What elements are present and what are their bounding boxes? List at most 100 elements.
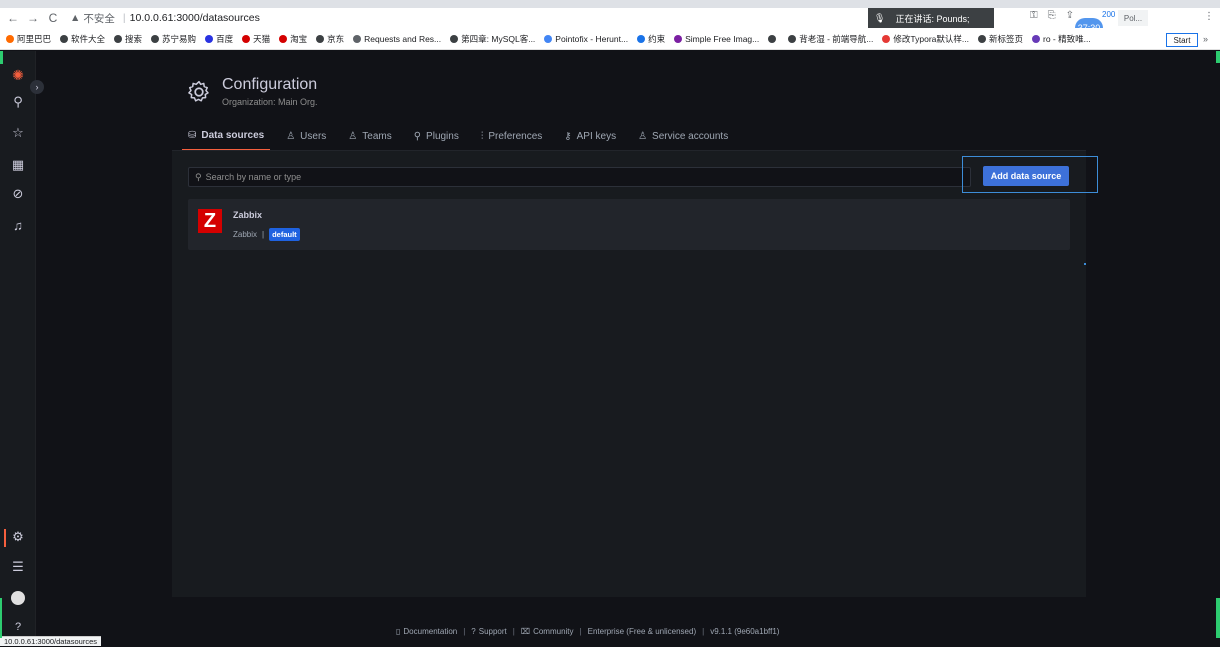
search-icon: ⚲	[195, 171, 202, 182]
bookmark-item[interactable]: 软件大全	[60, 33, 105, 45]
bookmark-favicon-icon	[788, 34, 797, 43]
search-input[interactable]: ⚲ Search by name or type	[188, 167, 971, 187]
server-admin-icon[interactable]: ☰	[10, 559, 26, 575]
bookmark-item[interactable]: Pointofix - Herunt...	[544, 34, 628, 44]
user-cog-icon: ♙	[638, 131, 648, 142]
plug-icon: ⚲	[413, 131, 422, 142]
bookmark-favicon-icon	[977, 34, 986, 43]
bookmark-label: 淘宝	[290, 33, 308, 44]
bookmark-item[interactable]: 淘宝	[279, 33, 307, 45]
bookmark-label: 阿里巴巴	[17, 33, 52, 44]
bookmark-favicon-icon	[205, 34, 214, 43]
bookmark-label: 背老湿 - 前端导航...	[799, 33, 874, 44]
search-placeholder: Search by name or type	[205, 172, 302, 182]
bookmark-item[interactable]	[768, 34, 779, 43]
bookmark-item[interactable]: 苏宁易购	[151, 33, 196, 45]
avatar[interactable]	[11, 591, 25, 605]
bookmark-favicon-icon	[1031, 34, 1040, 43]
user-icon: ♙	[286, 131, 296, 142]
footer-edition-link[interactable]: Enterprise (Free & unlicensed)	[588, 627, 697, 636]
bookmark-item[interactable]: 百度	[205, 33, 233, 45]
footer-support-link[interactable]: Support	[479, 627, 507, 636]
tab-label: API keys	[576, 131, 617, 142]
tab-service-accounts[interactable]: ♙ Service accounts	[632, 130, 734, 151]
tab-teams[interactable]: ♙ Teams	[342, 130, 397, 151]
scroll-marker	[1084, 263, 1086, 265]
bookmark-label: 软件大全	[71, 33, 106, 44]
bookmark-label: 修改Typora默认样...	[893, 33, 969, 44]
tab-data-sources[interactable]: ⛁ Data sources	[182, 130, 271, 151]
bookmark-label: Requests and Res...	[364, 33, 442, 44]
bookmark-item[interactable]: Requests and Res...	[353, 34, 441, 44]
expand-sidebar-button[interactable]: ›	[30, 80, 44, 94]
bookmark-label: 苏宁易购	[162, 33, 197, 44]
bookmark-item[interactable]: 阿里巴巴	[6, 33, 51, 45]
tab-users[interactable]: ♙ Users	[280, 130, 332, 151]
chevron-right-icon[interactable]: »	[1203, 34, 1208, 44]
add-data-source-button[interactable]: Add data source	[983, 166, 1069, 186]
translate-icon[interactable]: ⎘	[1048, 10, 1056, 21]
compass-icon[interactable]: ⊘	[10, 186, 26, 202]
comment-icon: ⌧	[520, 627, 531, 636]
help-icon[interactable]: ?	[10, 619, 26, 635]
back-icon[interactable]: ←	[6, 11, 20, 25]
browser-tab-strip[interactable]	[0, 0, 1220, 8]
status-url: 10.0.0.61:3000/datasources	[0, 636, 101, 646]
tab-api-keys[interactable]: ⚷ API keys	[558, 130, 622, 151]
bookmarks-bar: 阿里巴巴 软件大全 搜索 苏宁易购 百度 天猫 淘宝 京东 Requests and Res..…	[0, 28, 1220, 50]
tab-label: Data sources	[201, 130, 265, 141]
address-bar[interactable]: ▲ 不安全 | 10.0.0.61:3000/datasources	[70, 11, 260, 26]
warning-icon: ▲	[70, 12, 81, 24]
tab-label: Service accounts	[652, 131, 729, 142]
footer-separator: |	[702, 627, 705, 636]
datasource-card[interactable]: Z Zabbix Zabbix | default	[188, 199, 1070, 250]
screen-edge-marker	[1216, 51, 1220, 63]
bookmark-item[interactable]: 天猫	[242, 33, 270, 45]
page-title: Configuration	[222, 76, 318, 93]
star-icon[interactable]: ☆	[10, 125, 26, 141]
reload-icon[interactable]: C	[46, 11, 60, 25]
bookmark-favicon-icon	[114, 34, 123, 43]
bookmark-favicon-icon	[882, 34, 891, 43]
screen-edge-marker	[0, 51, 3, 64]
extension-counter[interactable]: 200	[1102, 10, 1115, 21]
bookmark-item[interactable]: ro - 精致唯...	[1031, 33, 1091, 45]
bookmark-favicon-icon	[60, 34, 69, 43]
gear-icon[interactable]: ⚙	[10, 529, 26, 545]
bookmark-label: Simple Free Imag...	[685, 33, 760, 44]
menu-icon[interactable]: ⋮	[1204, 11, 1214, 22]
users-icon: ♙	[348, 131, 358, 142]
bookmark-item[interactable]: 新标签页	[977, 33, 1023, 45]
bookmark-item[interactable]: 约束	[637, 33, 665, 45]
screen-edge-marker	[0, 598, 2, 638]
bookmark-item[interactable]: 修改Typora默认样...	[882, 33, 969, 45]
bookmark-label: Pointofix - Herunt...	[555, 33, 629, 44]
start-button[interactable]: Start	[1166, 33, 1198, 47]
bookmark-item[interactable]: 背老湿 - 前端导航...	[788, 33, 873, 45]
page-header: Configuration Organization: Main Org.	[186, 76, 318, 107]
bell-icon[interactable]: ♫	[10, 217, 26, 233]
dashboards-icon[interactable]: ▦	[10, 157, 26, 173]
footer-documentation-link[interactable]: Documentation	[403, 627, 457, 636]
popup-thumbnail[interactable]: Pol...	[1118, 10, 1148, 26]
datasource-meta: Zabbix | default	[233, 228, 300, 241]
active-indicator	[4, 529, 6, 547]
page-subtitle: Organization: Main Org.	[222, 97, 318, 107]
meta-separator: |	[262, 230, 265, 239]
bookmark-item[interactable]: 京东	[316, 33, 344, 45]
footer-version: v9.1.1 (9e60a1bff1)	[710, 627, 780, 636]
tab-preferences[interactable]: ⫶ Preferences	[475, 130, 548, 151]
footer-community-link[interactable]: Community	[533, 627, 573, 636]
database-icon: ⛁	[188, 130, 197, 141]
forward-icon[interactable]: →	[26, 11, 40, 25]
share-icon[interactable]: ⇪	[1066, 10, 1074, 21]
tab-plugins[interactable]: ⚲ Plugins	[408, 130, 465, 151]
bookmark-item[interactable]: Simple Free Imag...	[674, 34, 759, 44]
grafana-logo-icon[interactable]: ✺	[10, 67, 26, 83]
search-icon[interactable]: ⚲	[10, 94, 26, 110]
mic-icon: 🎙	[874, 12, 886, 23]
cog-icon	[188, 80, 209, 102]
bookmark-item[interactable]: 第四章: MySQL客...	[450, 33, 535, 45]
bookmark-item[interactable]: 搜索	[114, 33, 142, 45]
key-icon[interactable]: ⚿	[1030, 10, 1038, 21]
